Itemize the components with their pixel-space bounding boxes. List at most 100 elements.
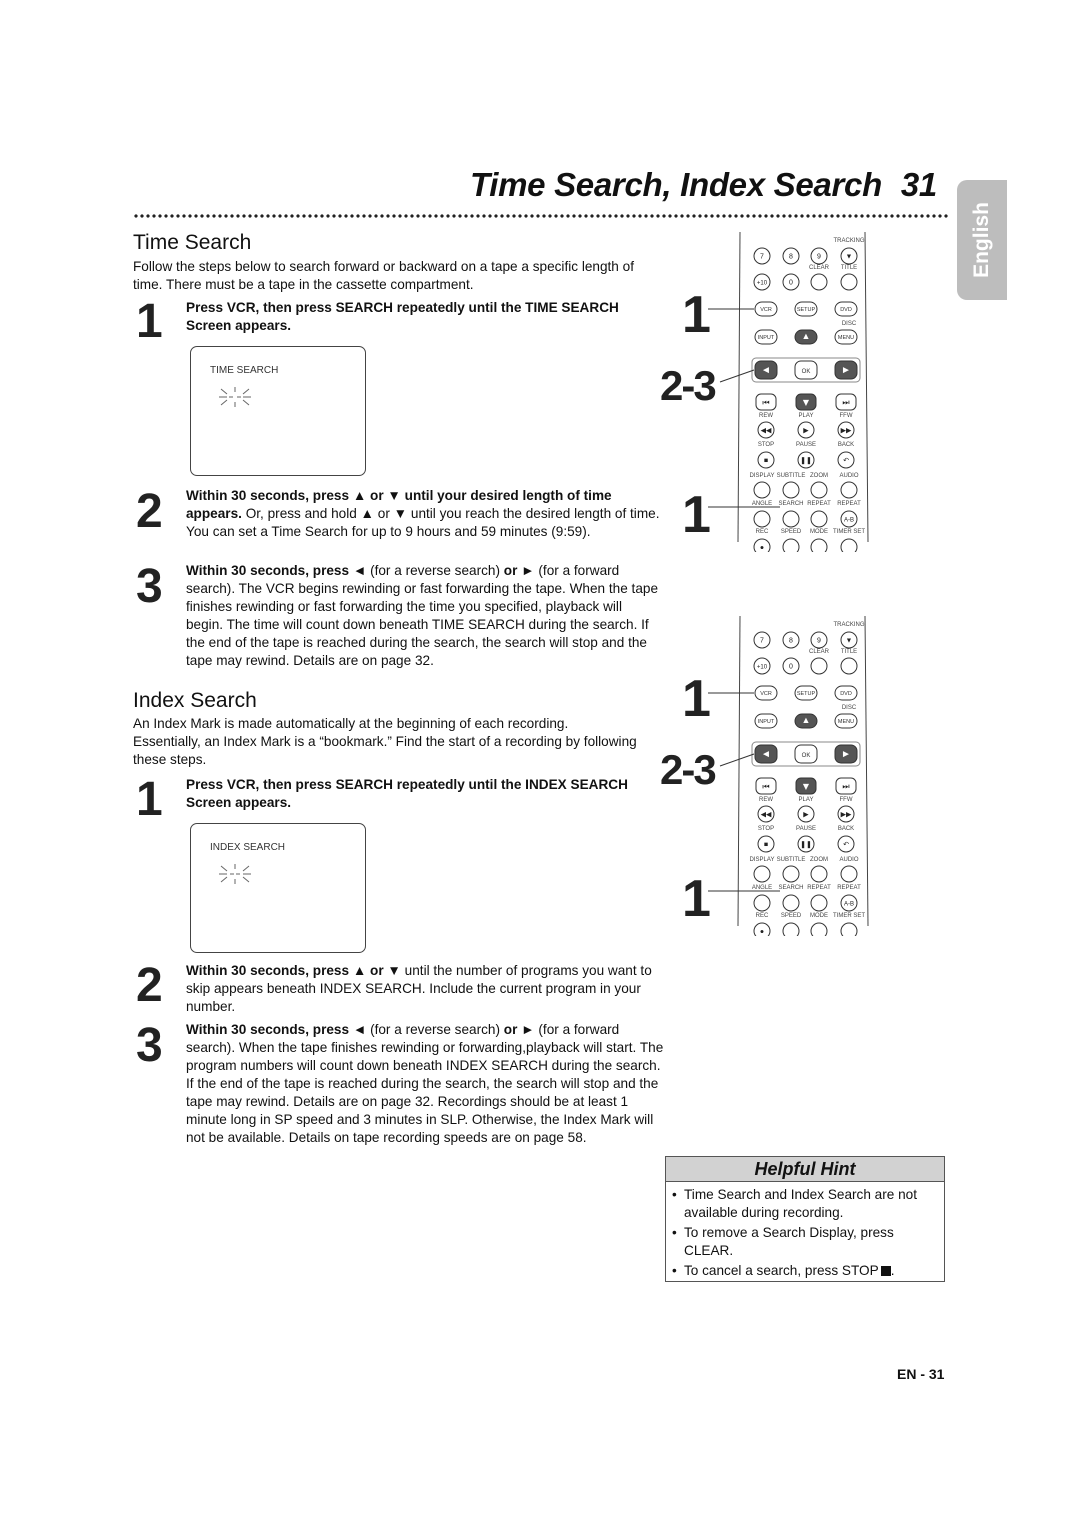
- remote-button-label: ◀◀: [761, 812, 772, 819]
- remote-button-label: 8: [789, 638, 793, 645]
- remote-button: [810, 894, 828, 912]
- remote-button: [782, 481, 800, 499]
- step-number: 1: [136, 773, 163, 826]
- hint-text: To cancel a search, press STOP: [684, 1263, 879, 1278]
- language-tab: English: [957, 180, 1007, 300]
- remote-button-label: ⏮: [762, 398, 769, 407]
- step-bold: Within 30 seconds, press ◄: [186, 1022, 367, 1037]
- callout-line: [719, 369, 755, 383]
- remote-button: [840, 538, 858, 556]
- step-callout: 2-3: [660, 746, 715, 793]
- remote-button: [810, 273, 828, 291]
- helpful-hint-title: Helpful Hint: [666, 1157, 944, 1182]
- remote-label: FFW: [840, 797, 853, 803]
- step-text: (for a reverse search): [366, 1022, 504, 1037]
- remote-button-label: MENU: [838, 719, 854, 725]
- remote-button-label: ⏭: [842, 398, 849, 407]
- remote-button-label: ◄: [761, 365, 771, 376]
- step-bold: or ►: [503, 563, 535, 578]
- step-number: 3: [136, 560, 163, 613]
- time-search-step-1: Press VCR, then press SEARCH repeatedly …: [186, 300, 619, 333]
- remote-button: [810, 865, 828, 883]
- index-search-heading: Index Search: [133, 689, 257, 712]
- remote-button-label: VCR: [760, 691, 772, 697]
- remote-button-label: OK: [802, 369, 811, 375]
- hint-item: To cancel a search, press STOP.: [672, 1262, 938, 1280]
- remote-button-label: 0: [789, 280, 793, 287]
- hint-text: Time Search and Index Search are not ava…: [684, 1187, 917, 1220]
- remote-button: [782, 894, 800, 912]
- remote-button: [753, 865, 771, 883]
- remote-label: STOP: [758, 826, 774, 832]
- remote-button: [810, 481, 828, 499]
- remote-button-label: 0: [789, 664, 793, 671]
- remote-button-label: ↶: [843, 842, 849, 849]
- remote-label: REW: [759, 413, 773, 419]
- step-number: 1: [136, 295, 163, 348]
- remote-button-label: VCR: [760, 307, 772, 313]
- remote-button-label: ▶: [803, 812, 809, 819]
- remote-button: [840, 273, 858, 291]
- remote-label: TITLE: [841, 649, 857, 655]
- remote-button-label: ▼: [846, 254, 853, 261]
- remote-button-label: ◀◀: [761, 428, 772, 435]
- remote-button: [810, 510, 828, 528]
- index-search-step-3: Within 30 seconds, press ◄ (for a revers…: [186, 1021, 664, 1147]
- remote-label: DISPLAY: [750, 857, 775, 863]
- remote-button-label: A-B: [844, 902, 854, 908]
- step-callout: 1: [682, 670, 711, 728]
- remote-button-label: ❚❚: [800, 841, 812, 849]
- remote-label: TRACKING: [833, 238, 864, 244]
- step-text: (for a forward search). When the tape fi…: [186, 1022, 664, 1145]
- remote-svg: TRACKING 7 8 9 ▼ CLEAR TITLE +10 0 VCR SETUP DVD DIS…: [660, 231, 869, 556]
- remote-label: REPEAT: [837, 885, 861, 891]
- remote-button-label: 7: [760, 254, 764, 261]
- remote-button: [810, 538, 828, 556]
- page-number: 31: [900, 166, 937, 203]
- remote-button: [782, 510, 800, 528]
- step-callout: 2-3: [660, 362, 715, 409]
- remote-label: MODE: [810, 913, 828, 919]
- remote-label: PLAY: [799, 797, 814, 803]
- remote-button-label: +10: [757, 281, 768, 287]
- remote-button-label: ⏮: [762, 782, 769, 791]
- remote-label: PAUSE: [796, 442, 816, 448]
- remote-button-label: A-B: [844, 518, 854, 524]
- remote-button-label: ▼: [803, 782, 810, 791]
- remote-button-label: SETUP: [797, 307, 816, 313]
- remote-edge-right: [864, 615, 869, 927]
- remote-button: [840, 481, 858, 499]
- language-tab-label: English: [970, 202, 993, 278]
- remote-label: REC: [756, 529, 769, 535]
- remote-label: REW: [759, 797, 773, 803]
- remote-button-label: ●: [760, 545, 764, 552]
- time-search-step-2: Within 30 seconds, press ▲ or ▼ until yo…: [186, 487, 660, 541]
- remote-label: SEARCH: [778, 501, 803, 507]
- step-bold: or ►: [503, 1022, 535, 1037]
- remote-diagram-2: TRACKING 7 8 9 ▼ CLEAR TITLE +10 0 VCR SETUP DVD DIS…: [660, 615, 870, 941]
- remote-button-label: ●: [760, 929, 764, 936]
- remote-label: CLEAR: [809, 265, 830, 271]
- index-search-intro: An Index Mark is made automatically at t…: [133, 716, 637, 767]
- remote-button-label: ▼: [846, 638, 853, 645]
- remote-label: STOP: [758, 442, 774, 448]
- remote-button-label: ▶▶: [841, 428, 852, 435]
- remote-button-label: ■: [764, 458, 768, 465]
- hint-item: Time Search and Index Search are not ava…: [672, 1186, 938, 1222]
- screen-label: TIME SEARCH: [210, 365, 279, 376]
- remote-label: PAUSE: [796, 826, 816, 832]
- remote-label: FFW: [840, 413, 853, 419]
- remote-button-label: ►: [841, 365, 851, 376]
- step-text: Or, press and hold ▲ or ▼ until you reac…: [186, 506, 660, 539]
- remote-button: [753, 894, 771, 912]
- remote-label: TITLE: [841, 265, 857, 271]
- remote-button-label: OK: [802, 753, 811, 759]
- remote-button-label: 9: [817, 638, 821, 645]
- remote-edge-right: [864, 231, 869, 543]
- blinking-cursor-icon: [219, 387, 251, 407]
- step-number: 2: [136, 959, 163, 1012]
- helpful-hint-list: Time Search and Index Search are not ava…: [666, 1182, 944, 1286]
- remote-label: SPEED: [781, 913, 802, 919]
- remote-button-label: 9: [817, 254, 821, 261]
- remote-label: ANGLE: [752, 885, 772, 891]
